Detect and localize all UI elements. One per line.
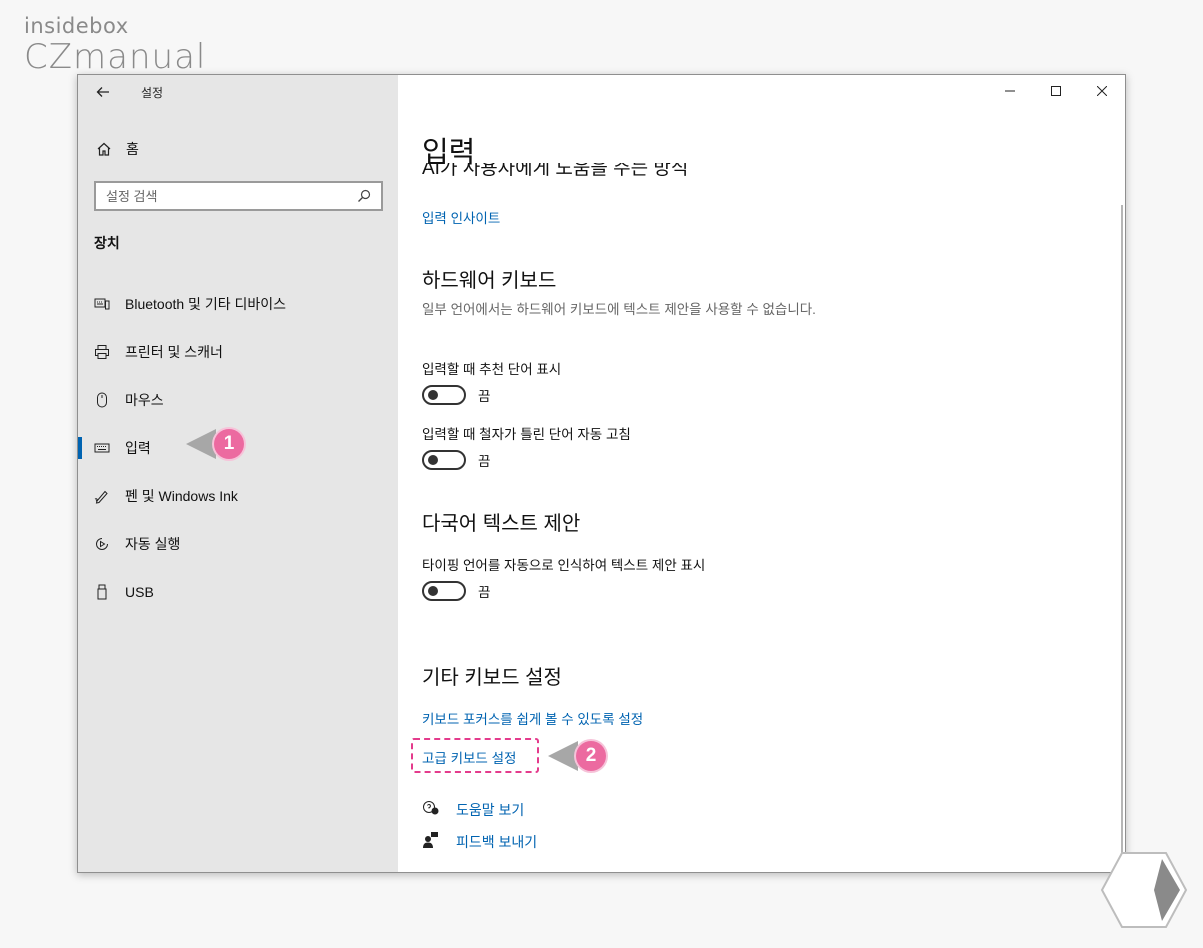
printer-icon — [94, 344, 110, 360]
home-icon — [97, 142, 111, 156]
multilingual-toggle[interactable] — [422, 581, 466, 601]
suggestions-toggle-row: 끔 — [422, 385, 490, 405]
sidebar-item-printer[interactable]: 프린터 및 스캐너 — [78, 328, 398, 376]
autoplay-icon — [94, 536, 110, 552]
usb-icon — [94, 584, 110, 600]
typing-insights-link[interactable]: 입력 인사이트 — [422, 207, 500, 227]
sidebar-item-autoplay[interactable]: 자동 실행 — [78, 520, 398, 568]
help-link[interactable]: 도움말 보기 — [422, 800, 524, 820]
home-link[interactable]: 홈 — [96, 139, 139, 159]
callout-badge: 1 — [214, 429, 244, 459]
autocorrect-toggle[interactable] — [422, 450, 466, 470]
sidebar-item-label: 마우스 — [125, 392, 164, 408]
search-icon — [358, 189, 371, 202]
minimize-icon — [1005, 90, 1015, 92]
callout-badge: 2 — [576, 741, 606, 771]
sidebar-item-label: 프린터 및 스캐너 — [125, 344, 223, 360]
search-input[interactable] — [106, 188, 346, 204]
callout-1: 1 — [186, 429, 244, 459]
sidebar-item-mouse[interactable]: 마우스 — [78, 376, 398, 424]
callout-arrow — [186, 429, 216, 459]
help-chat-icon — [422, 800, 440, 820]
window-title: 설정 — [141, 86, 164, 100]
sidebar-item-label: 입력 — [125, 440, 151, 456]
multilingual-toggle-row: 끔 — [422, 581, 490, 601]
sidebar-item-bluetooth[interactable]: Bluetooth 및 기타 디바이스 — [78, 280, 398, 328]
sidebar-item-label: Bluetooth 및 기타 디바이스 — [125, 296, 286, 312]
clipped-heading-text: AI가 사용자에게 도움을 주는 방식 — [422, 163, 689, 179]
autocorrect-toggle-row: 끔 — [422, 450, 490, 470]
back-button[interactable] — [92, 81, 114, 103]
title-bar: 설정 — [78, 75, 398, 109]
maximize-button[interactable] — [1033, 75, 1079, 107]
callout-2: 2 — [548, 741, 606, 771]
mouse-icon — [94, 392, 110, 408]
sidebar-item-label: 펜 및 Windows Ink — [125, 488, 238, 504]
other-keyboard-heading: 기타 키보드 설정 — [422, 667, 562, 689]
logo-line1: insidebox — [24, 14, 129, 38]
scrollbar[interactable] — [1121, 205, 1123, 865]
multilingual-heading: 다국어 텍스트 제안 — [422, 513, 581, 535]
pen-icon — [94, 488, 110, 504]
close-icon — [1097, 86, 1107, 96]
feedback-link[interactable]: 피드백 보내기 — [422, 831, 537, 853]
advanced-keyboard-settings-link[interactable]: 고급 키보드 설정 — [422, 747, 516, 767]
close-button[interactable] — [1079, 75, 1125, 107]
help-label: 도움말 보기 — [456, 802, 525, 818]
clipped-section-heading: AI가 사용자에게 도움을 주는 방식 — [422, 163, 688, 185]
window-controls — [987, 75, 1125, 107]
suggestions-label: 입력할 때 추천 단어 표시 — [422, 362, 562, 377]
callout-arrow — [548, 741, 578, 771]
sidebar: 설정 홈 장치 Bluetooth 및 기타 디바이스 — [78, 75, 398, 872]
keyboard-icon — [94, 440, 110, 456]
toggle-state: 끔 — [478, 389, 491, 404]
toggle-state: 끔 — [478, 585, 491, 600]
hardware-keyboard-heading: 하드웨어 키보드 — [422, 270, 557, 292]
sidebar-item-label: USB — [125, 584, 154, 600]
logo-line2: CZmanual — [24, 37, 207, 77]
toggle-state: 끔 — [478, 454, 491, 469]
watermark-logo: insidebox CZmanual — [24, 14, 206, 76]
keyboard-phone-icon — [94, 296, 110, 312]
sidebar-item-pen[interactable]: 펜 및 Windows Ink — [78, 472, 398, 520]
search-box[interactable] — [94, 181, 383, 211]
sidebar-item-label: 자동 실행 — [125, 536, 181, 552]
hardware-keyboard-description: 일부 언어에서는 하드웨어 키보드에 텍스트 제안을 사용할 수 없습니다. — [422, 302, 816, 317]
feedback-person-icon — [422, 831, 440, 853]
suggestions-toggle[interactable] — [422, 385, 466, 405]
section-title: 장치 — [94, 235, 120, 251]
autocorrect-label: 입력할 때 철자가 틀린 단어 자동 고침 — [422, 427, 631, 442]
keyboard-focus-link[interactable]: 키보드 포커스를 쉽게 볼 수 있도록 설정 — [422, 708, 643, 728]
maximize-icon — [1051, 86, 1061, 96]
content-pane: 입력 AI가 사용자에게 도움을 주는 방식 입력 인사이트 하드웨어 키보드 … — [398, 75, 1125, 872]
home-label: 홈 — [126, 141, 139, 157]
back-arrow-icon — [96, 87, 109, 97]
minimize-button[interactable] — [987, 75, 1033, 107]
brand-hexagon-icon — [1100, 852, 1188, 928]
feedback-label: 피드백 보내기 — [456, 834, 538, 850]
sidebar-item-usb[interactable]: USB — [78, 568, 398, 616]
multilingual-label: 타이핑 언어를 자동으로 인식하여 텍스트 제안 표시 — [422, 558, 706, 573]
